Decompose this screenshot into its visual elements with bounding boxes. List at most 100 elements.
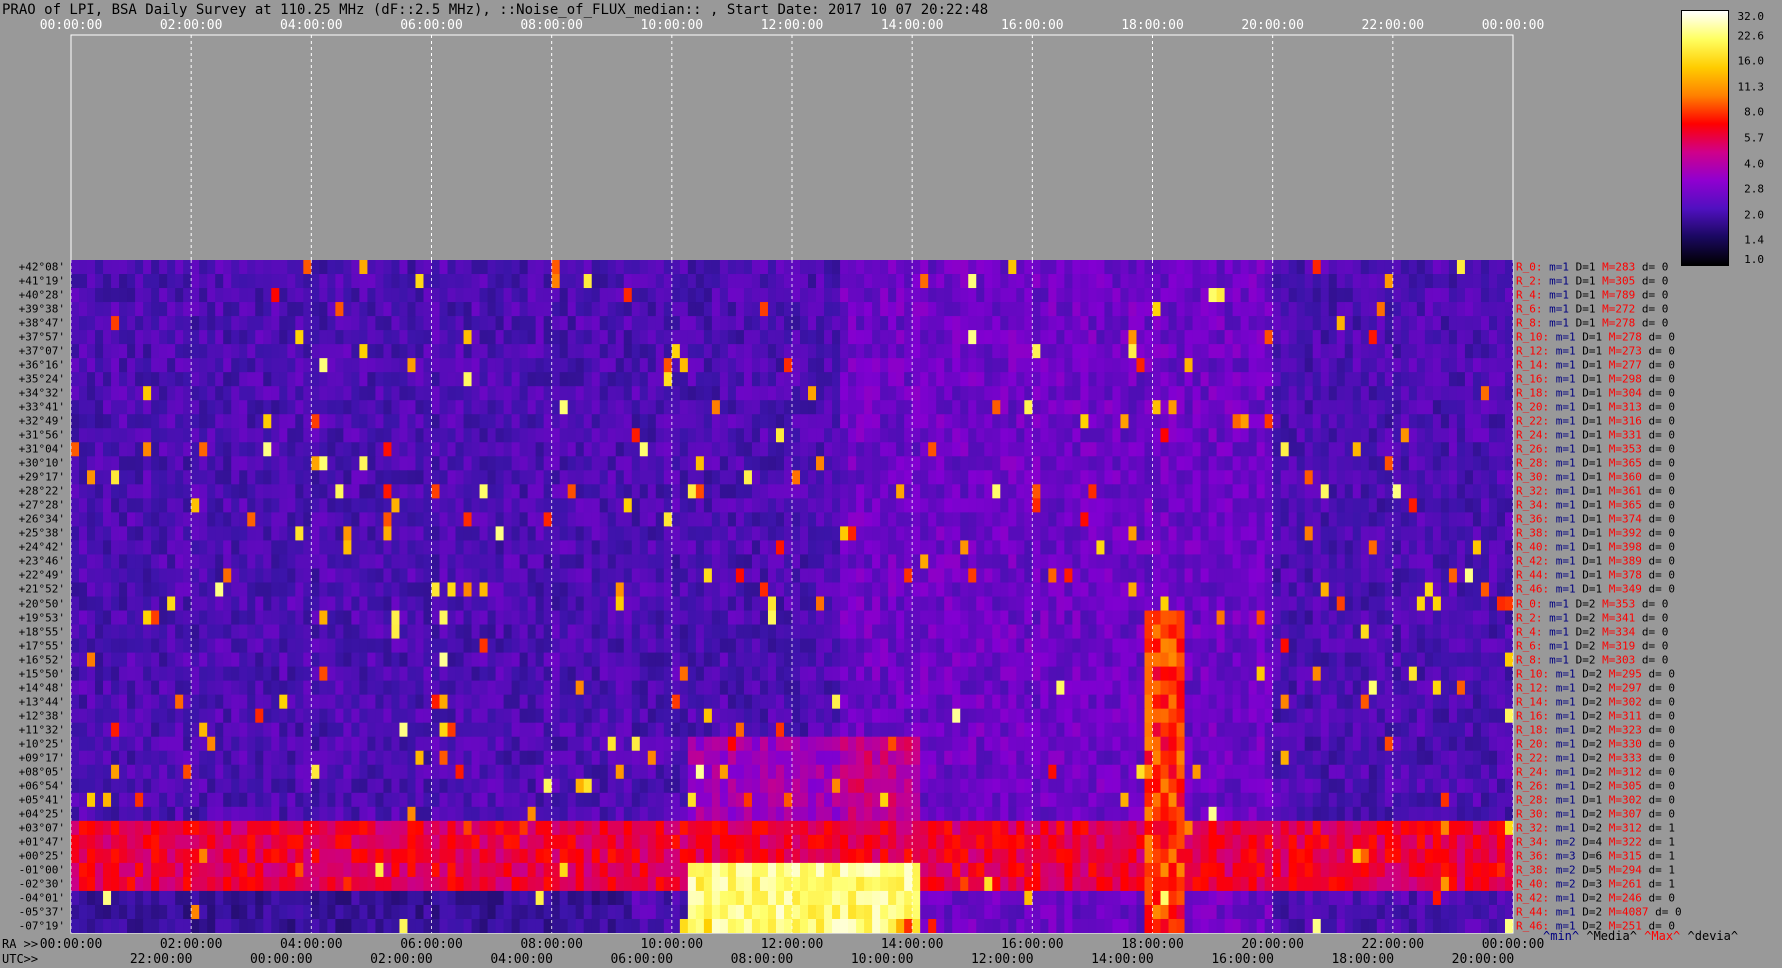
- heatmap-cell: [1120, 470, 1130, 485]
- heatmap-cell: [335, 288, 344, 303]
- heatmap-cell: [856, 470, 865, 485]
- heatmap-cell: [687, 526, 697, 542]
- heatmap-cell: [1176, 512, 1186, 527]
- heatmap-cell: [1400, 372, 1410, 387]
- heatmap-cell: [623, 274, 633, 289]
- heatmap-cell: [159, 540, 168, 556]
- heatmap-cell: [471, 582, 481, 598]
- heatmap-cell: [976, 526, 985, 542]
- heatmap-cell: [1216, 554, 1226, 570]
- heatmap-cell: [848, 470, 857, 485]
- heatmap-cell: [479, 260, 489, 275]
- heatmap-cell: [359, 316, 369, 331]
- heatmap-cell: [87, 372, 96, 387]
- heatmap-cell: [1016, 498, 1025, 513]
- heatmap-cell: [1072, 442, 1081, 457]
- heatmap-cell: [783, 372, 793, 387]
- heatmap-cell: [1208, 302, 1218, 317]
- heatmap-cell: [487, 386, 497, 401]
- heatmap-cell: [1464, 274, 1474, 289]
- heatmap-cell: [663, 484, 673, 499]
- heatmap-cell: [95, 526, 104, 542]
- heatmap-cell: [175, 498, 184, 513]
- heatmap-cell: [1176, 624, 1186, 640]
- heatmap-cell: [1384, 372, 1394, 387]
- heatmap-cell: [87, 498, 96, 513]
- heatmap-cell: [1040, 610, 1049, 626]
- heatmap-cell: [735, 456, 745, 471]
- heatmap-cell: [1248, 274, 1258, 289]
- heatmap-cell: [952, 372, 961, 387]
- heatmap-cell: [1072, 414, 1081, 429]
- heatmap-cell: [1384, 470, 1394, 485]
- heatmap-cell: [880, 568, 889, 584]
- heatmap-cell: [1408, 386, 1418, 401]
- heatmap-cell: [495, 400, 505, 415]
- heatmap-cell: [1144, 610, 1154, 626]
- heatmap-cell: [1064, 456, 1073, 471]
- heatmap-cell: [255, 512, 264, 527]
- heatmap-cell: [159, 344, 168, 359]
- heatmap-cell: [183, 330, 192, 345]
- heatmap-cell: [343, 498, 352, 513]
- heatmap-cell: [1016, 624, 1025, 640]
- heatmap-cell: [519, 344, 529, 359]
- heatmap-cell: [1080, 428, 1090, 443]
- heatmap-cell: [127, 540, 136, 556]
- heatmap-cell: [1160, 484, 1170, 499]
- heatmap-cell: [912, 316, 921, 331]
- heatmap-cell: [191, 428, 200, 443]
- heatmap-cell: [832, 260, 841, 275]
- heatmap-cell: [1000, 316, 1009, 331]
- heatmap-cell: [1072, 386, 1081, 401]
- heatmap-cell: [1336, 568, 1346, 584]
- heatmap-cell: [1168, 288, 1178, 303]
- heatmap-cell: [1344, 260, 1354, 275]
- heatmap-cell: [824, 428, 833, 443]
- heatmap-cell: [1080, 414, 1090, 429]
- heatmap-cell: [1424, 274, 1434, 289]
- heatmap-cell: [135, 386, 144, 401]
- heatmap-cell: [808, 428, 817, 443]
- heatmap-cell: [1448, 358, 1458, 373]
- heatmap-cell: [1472, 484, 1482, 499]
- heatmap-cell: [711, 344, 721, 359]
- heatmap-cell: [1456, 456, 1466, 471]
- heatmap-cell: [279, 610, 288, 626]
- heatmap-cell: [671, 540, 681, 556]
- heatmap-cell: [880, 358, 889, 373]
- heatmap-cell: [864, 358, 873, 373]
- heatmap-cell: [1424, 442, 1434, 457]
- heatmap-cell: [1480, 386, 1490, 401]
- heatmap-cell: [647, 484, 657, 499]
- heatmap-cell: [1168, 274, 1178, 289]
- heatmap-cell: [495, 414, 505, 429]
- heatmap-cell: [1136, 344, 1146, 359]
- heatmap-cell: [1416, 288, 1426, 303]
- heatmap-cell: [856, 456, 865, 471]
- heatmap-cell: [95, 372, 104, 387]
- heatmap-area[interactable]: [71, 260, 1513, 933]
- heatmap-cell: [880, 386, 889, 401]
- heatmap-cell: [175, 372, 184, 387]
- heatmap-cell: [695, 568, 705, 584]
- heatmap-cell: [527, 288, 537, 303]
- heatmap-cell: [1424, 526, 1434, 542]
- heatmap-cell: [1440, 302, 1450, 317]
- heatmap-cell: [1328, 498, 1338, 513]
- heatmap-cell: [735, 274, 745, 289]
- heatmap-cell: [1120, 596, 1130, 612]
- heatmap-cell: [631, 540, 641, 556]
- heatmap-cell: [1216, 512, 1226, 527]
- heatmap-cell: [976, 400, 985, 415]
- heatmap-cell: [1128, 316, 1138, 331]
- heatmap-cell: [599, 470, 609, 485]
- heatmap-cell: [992, 470, 1001, 485]
- heatmap-cell: [1128, 554, 1138, 570]
- heatmap-cell: [335, 540, 344, 556]
- heatmap-cell: [551, 344, 561, 359]
- heatmap-cell: [415, 260, 425, 275]
- heatmap-cell: [920, 568, 929, 584]
- heatmap-cell: [87, 596, 96, 612]
- heatmap-cell: [936, 400, 945, 415]
